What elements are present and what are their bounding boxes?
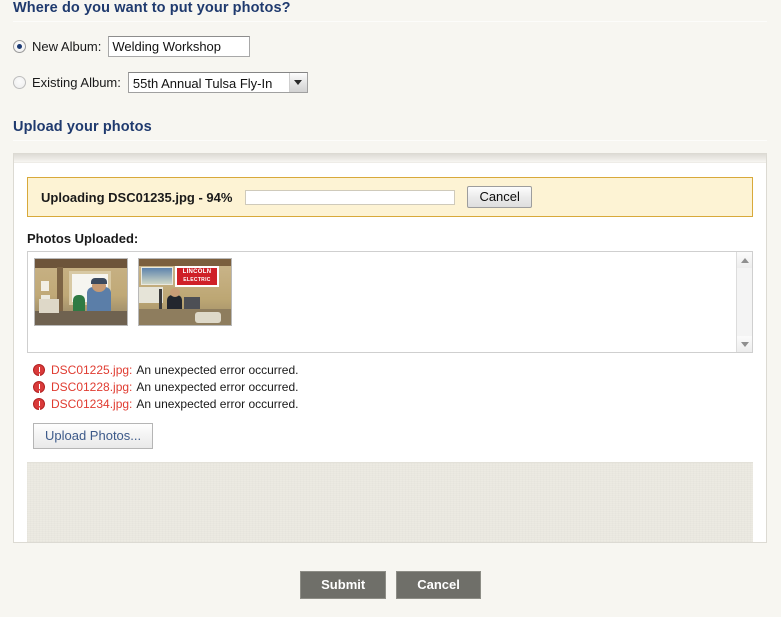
photos-uploaded-label: Photos Uploaded: [27,231,139,246]
error-message: An unexpected error occurred. [136,380,299,394]
thumbnail-welder-window[interactable] [34,258,128,326]
scroll-up-icon[interactable] [736,252,752,268]
error-icon [33,398,45,410]
error-message: An unexpected error occurred. [136,363,299,377]
error-file-name: DSC01225.jpg: [51,363,133,377]
new-album-label: New Album: [32,39,102,54]
photos-uploaded-list[interactable]: LINCOLN ELECTRIC [27,251,753,353]
chevron-down-icon[interactable] [288,73,307,92]
error-message: An unexpected error occurred. [136,397,299,411]
error-icon [33,381,45,393]
error-file-name: DSC01234.jpg: [51,397,133,411]
upload-photos-button[interactable]: Upload Photos... [33,423,154,449]
existing-album-select[interactable]: 55th Annual Tulsa Fly-In [127,72,308,93]
scroll-down-icon[interactable] [736,336,752,352]
upload-error-list: DSC01225.jpg: An unexpected error occurre… [33,362,753,412]
thumbnail-banner-line-2: ELECTRIC [183,277,211,283]
thumbnail-lincoln-electric-banner[interactable]: LINCOLN ELECTRIC [138,258,232,326]
destination-heading-divider [13,21,767,22]
new-album-name-input[interactable] [108,36,251,57]
existing-album-label: Existing Album: [32,75,121,90]
upload-heading-divider [13,140,767,141]
destination-heading: Where do you want to put your photos? [13,0,291,16]
error-icon [33,364,45,376]
thumbnail-banner-line-1: LINCOLN [182,269,212,275]
new-album-row[interactable]: New Album: [0,36,781,57]
form-footer: Submit Cancel [0,571,781,599]
existing-album-row[interactable]: Existing Album: 55th Annual Tulsa Fly-In [0,72,781,93]
upload-section: Upload your photos Uploading DSC01235.jp… [0,119,781,543]
error-file-name: DSC01228.jpg: [51,380,133,394]
uploading-notice: Uploading DSC01235.jpg - 94% Cancel [27,177,753,217]
upload-photos-page: Where do you want to put your photos? Ne… [0,0,781,617]
photos-list-scrollbar[interactable] [736,252,752,352]
cancel-upload-button[interactable]: Cancel [467,186,532,208]
upload-error-row: DSC01228.jpg: An unexpected error occurre… [33,379,753,395]
new-album-radio[interactable] [13,40,26,53]
upload-panel-body: Uploading DSC01235.jpg - 94% Cancel Phot… [14,163,766,542]
destination-section: Where do you want to put your photos? Ne… [0,0,781,93]
submit-button[interactable]: Submit [300,571,387,599]
upload-heading: Upload your photos [13,119,152,135]
upload-error-row: DSC01225.jpg: An unexpected error occurre… [33,362,753,378]
uploading-status-text: Uploading DSC01235.jpg - 94% [41,189,233,205]
photo-dropzone[interactable] [27,462,753,542]
upload-panel: Uploading DSC01235.jpg - 94% Cancel Phot… [13,153,767,543]
panel-top-strip [14,154,766,163]
cancel-button[interactable]: Cancel [396,571,481,599]
upload-progress-bar [245,189,456,205]
existing-album-selected-option: 55th Annual Tulsa Fly-In [128,73,289,92]
upload-error-row: DSC01234.jpg: An unexpected error occurre… [33,396,753,412]
existing-album-radio[interactable] [13,76,26,89]
